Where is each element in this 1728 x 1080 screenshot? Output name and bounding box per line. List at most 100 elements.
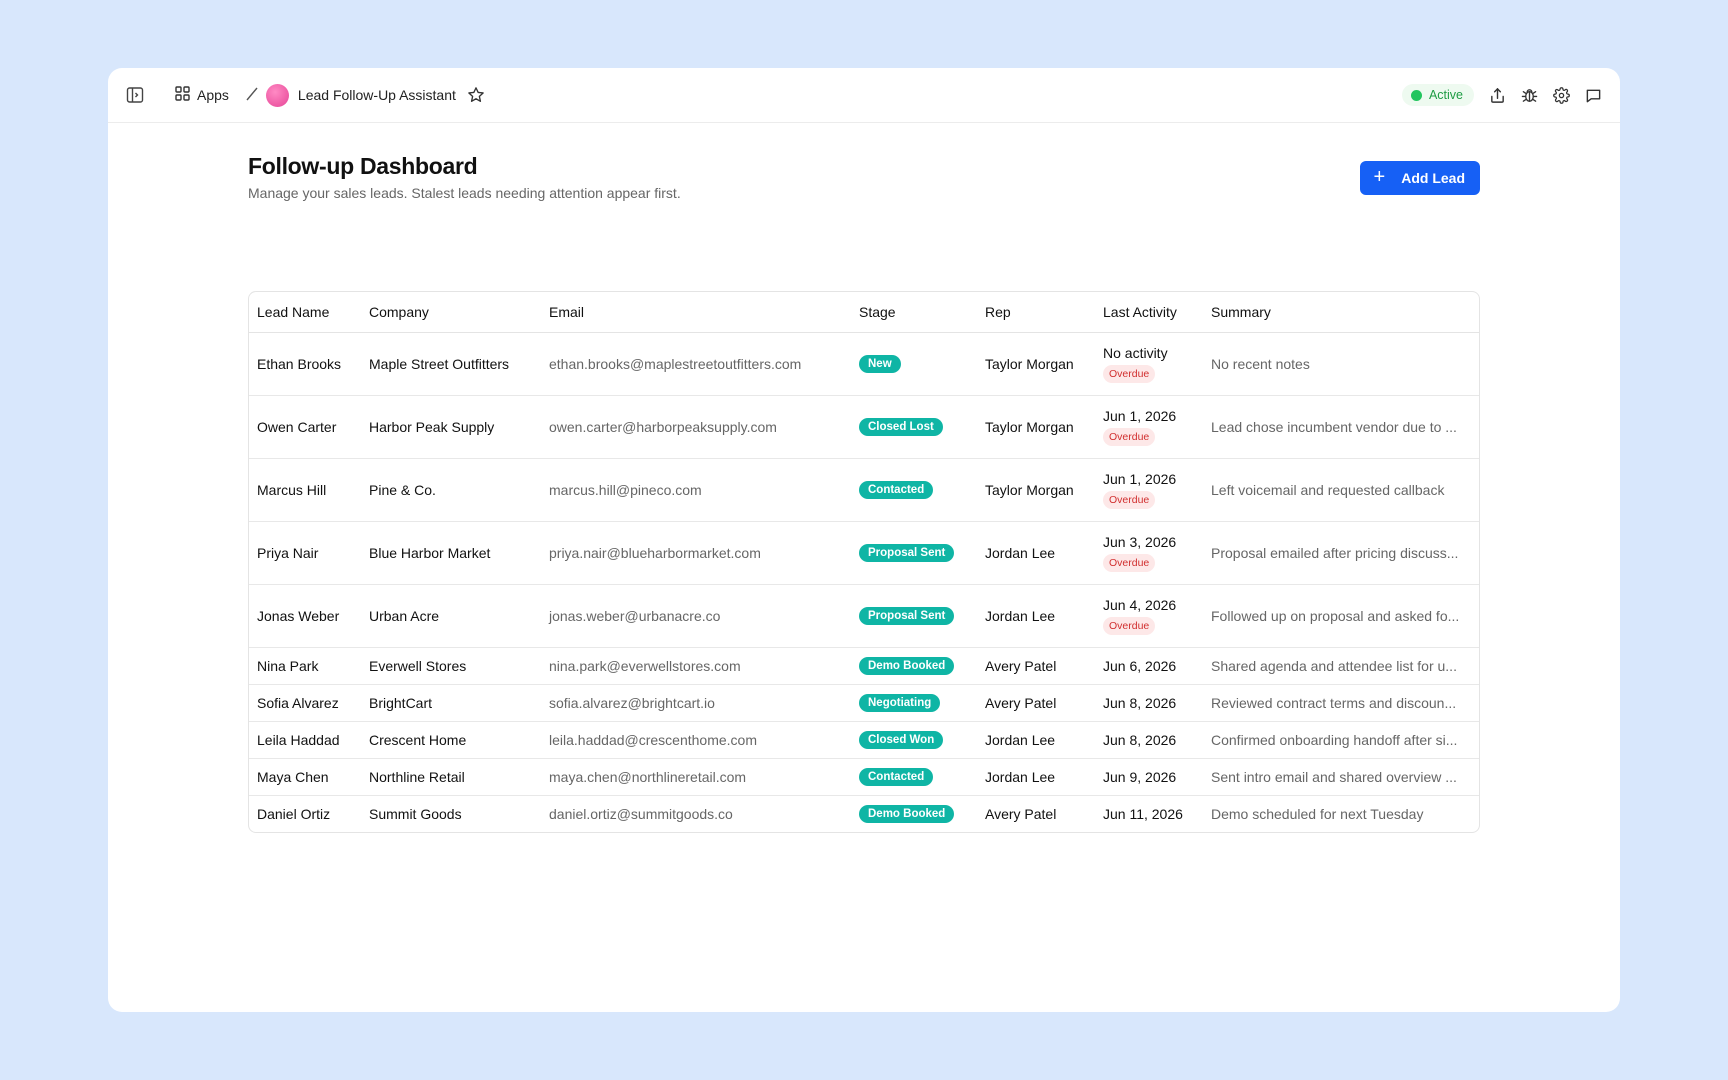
- lead-email: daniel.ortiz@summitgoods.co: [549, 805, 733, 822]
- lead-company: Maple Street Outfitters: [369, 355, 510, 372]
- lead-email: sofia.alvarez@brightcart.io: [549, 694, 715, 711]
- table-row[interactable]: Daniel Ortiz Summit Goods daniel.ortiz@sum…: [249, 795, 1479, 832]
- stage-badge: Demo Booked: [859, 805, 955, 824]
- table-row[interactable]: Jonas Weber Urban Acre jonas.weber@urbanac…: [249, 584, 1479, 648]
- table-row[interactable]: Maya Chen Northline Retail maya.chen@north…: [249, 758, 1479, 796]
- lead-name[interactable]: Leila Haddad: [257, 732, 340, 748]
- lead-company: Crescent Home: [369, 731, 467, 748]
- lead-name[interactable]: Nina Park: [257, 658, 318, 674]
- gear-icon[interactable]: [1550, 84, 1572, 106]
- lead-summary: Left voicemail and requested callback: [1211, 481, 1445, 498]
- lead-company: Everwell Stores: [369, 657, 467, 674]
- topbar-actions: [1486, 84, 1604, 106]
- lead-rep: Jordan Lee: [985, 544, 1056, 561]
- lead-email: marcus.hill@pineco.com: [549, 481, 702, 498]
- table-row[interactable]: Priya Nair Blue Harbor Market priya.nair@b…: [249, 521, 1479, 585]
- last-activity: Jun 8, 2026: [1103, 694, 1177, 711]
- app-title[interactable]: Lead Follow-Up Assistant: [298, 87, 456, 103]
- lead-email: jonas.weber@urbanacre.co: [549, 607, 721, 624]
- column-header-summary[interactable]: Summary: [1203, 292, 1479, 333]
- lead-rep: Avery Patel: [985, 657, 1057, 674]
- app-window: Apps Lead Follow-Up Assistant Active Fol…: [108, 68, 1620, 1012]
- lead-rep: Jordan Lee: [985, 731, 1056, 748]
- column-header-company[interactable]: Company: [361, 292, 541, 333]
- add-lead-button[interactable]: + Add Lead: [1359, 161, 1480, 195]
- lead-company: Northline Retail: [369, 768, 465, 785]
- lead-rep: Avery Patel: [985, 805, 1057, 822]
- lead-summary: Followed up on proposal and asked fo...: [1211, 607, 1460, 624]
- overdue-badge: Overdue: [1103, 490, 1156, 509]
- lead-name[interactable]: Marcus Hill: [257, 482, 326, 498]
- column-header-stage[interactable]: Stage: [851, 292, 977, 333]
- stage-badge: Closed Won: [859, 731, 944, 749]
- last-activity: Jun 6, 2026: [1103, 657, 1177, 674]
- table-row[interactable]: Sofia Alvarez BrightCart sofia.alvarez@bri…: [249, 684, 1479, 722]
- apps-link[interactable]: Apps: [175, 86, 229, 104]
- top-bar: Apps Lead Follow-Up Assistant Active: [108, 68, 1620, 123]
- overdue-badge: Overdue: [1103, 364, 1156, 383]
- page-subtitle: Manage your sales leads. Stalest leads n…: [248, 185, 681, 201]
- star-icon[interactable]: [465, 84, 487, 106]
- app-avatar: [265, 83, 289, 107]
- lead-rep: Taylor Morgan: [985, 355, 1074, 372]
- overdue-badge: Overdue: [1103, 553, 1156, 572]
- last-activity: No activity: [1103, 344, 1168, 361]
- leads-table: Lead Name Company Email Stage Rep Last A…: [248, 291, 1480, 833]
- main-content: Follow-up Dashboard Manage your sales le…: [248, 153, 1480, 833]
- add-lead-label: Add Lead: [1401, 170, 1465, 186]
- lead-name[interactable]: Owen Carter: [257, 419, 336, 435]
- lead-name[interactable]: Daniel Ortiz: [257, 806, 330, 822]
- table-header-row: Lead Name Company Email Stage Rep Last A…: [249, 292, 1479, 333]
- lead-name[interactable]: Sofia Alvarez: [257, 695, 339, 711]
- lead-rep: Avery Patel: [985, 694, 1057, 711]
- apps-label: Apps: [197, 87, 229, 103]
- lead-company: Harbor Peak Supply: [369, 418, 495, 435]
- stage-badge: Closed Lost: [859, 418, 943, 436]
- lead-email: maya.chen@northlineretail.com: [549, 768, 747, 785]
- share-icon[interactable]: [1486, 84, 1508, 106]
- lead-email: leila.haddad@crescenthome.com: [549, 731, 757, 748]
- lead-rep: Jordan Lee: [985, 768, 1056, 785]
- lead-rep: Taylor Morgan: [985, 481, 1074, 498]
- breadcrumb-separator-icon: [245, 86, 259, 105]
- column-header-email[interactable]: Email: [541, 292, 851, 333]
- lead-summary: Proposal emailed after pricing discuss..…: [1211, 544, 1459, 561]
- stage-badge: Negotiating: [859, 694, 941, 712]
- chat-icon[interactable]: [1582, 84, 1604, 106]
- lead-name[interactable]: Jonas Weber: [257, 608, 339, 624]
- last-activity: Jun 8, 2026: [1103, 731, 1177, 748]
- lead-company: Pine & Co.: [369, 481, 436, 498]
- lead-summary: No recent notes: [1211, 355, 1310, 372]
- table-body: Ethan Brooks Maple Street Outfitters ethan…: [249, 332, 1479, 832]
- lead-company: Urban Acre: [369, 607, 440, 624]
- overdue-badge: Overdue: [1103, 427, 1156, 446]
- column-header-lead-name[interactable]: Lead Name: [249, 292, 361, 333]
- lead-name[interactable]: Ethan Brooks: [257, 356, 341, 372]
- table-row[interactable]: Leila Haddad Crescent Home leila.haddad@cr…: [249, 721, 1479, 759]
- last-activity: Jun 9, 2026: [1103, 768, 1177, 785]
- column-header-rep[interactable]: Rep: [977, 292, 1095, 333]
- table-row[interactable]: Marcus Hill Pine & Co. marcus.hill@pineco.…: [249, 458, 1479, 522]
- lead-email: owen.carter@harborpeaksupply.com: [549, 418, 777, 435]
- lead-email: nina.park@everwellstores.com: [549, 657, 741, 674]
- lead-email: ethan.brooks@maplestreetoutfitters.com: [549, 355, 802, 372]
- grid-icon: [175, 86, 190, 104]
- lead-summary: Reviewed contract terms and discoun...: [1211, 694, 1457, 711]
- bug-icon[interactable]: [1518, 84, 1540, 106]
- overdue-badge: Overdue: [1103, 616, 1156, 635]
- table-row[interactable]: Owen Carter Harbor Peak Supply owen.carter…: [249, 395, 1479, 459]
- lead-company: BrightCart: [369, 694, 433, 711]
- lead-name[interactable]: Maya Chen: [257, 769, 329, 785]
- sidebar-toggle-icon[interactable]: [124, 84, 146, 106]
- last-activity: Jun 11, 2026: [1103, 805, 1183, 822]
- last-activity: Jun 4, 2026: [1103, 596, 1177, 613]
- lead-summary: Shared agenda and attendee list for u...: [1211, 657, 1457, 674]
- last-activity: Jun 1, 2026: [1103, 407, 1177, 424]
- stage-badge: Proposal Sent: [859, 544, 955, 562]
- lead-name[interactable]: Priya Nair: [257, 545, 318, 561]
- lead-summary: Demo scheduled for next Tuesday: [1211, 805, 1424, 822]
- column-header-last-activity[interactable]: Last Activity: [1095, 292, 1203, 333]
- table-row[interactable]: Nina Park Everwell Stores nina.park@everwe…: [249, 647, 1479, 685]
- table-row[interactable]: Ethan Brooks Maple Street Outfitters ethan…: [249, 332, 1479, 396]
- stage-badge: New: [859, 355, 901, 373]
